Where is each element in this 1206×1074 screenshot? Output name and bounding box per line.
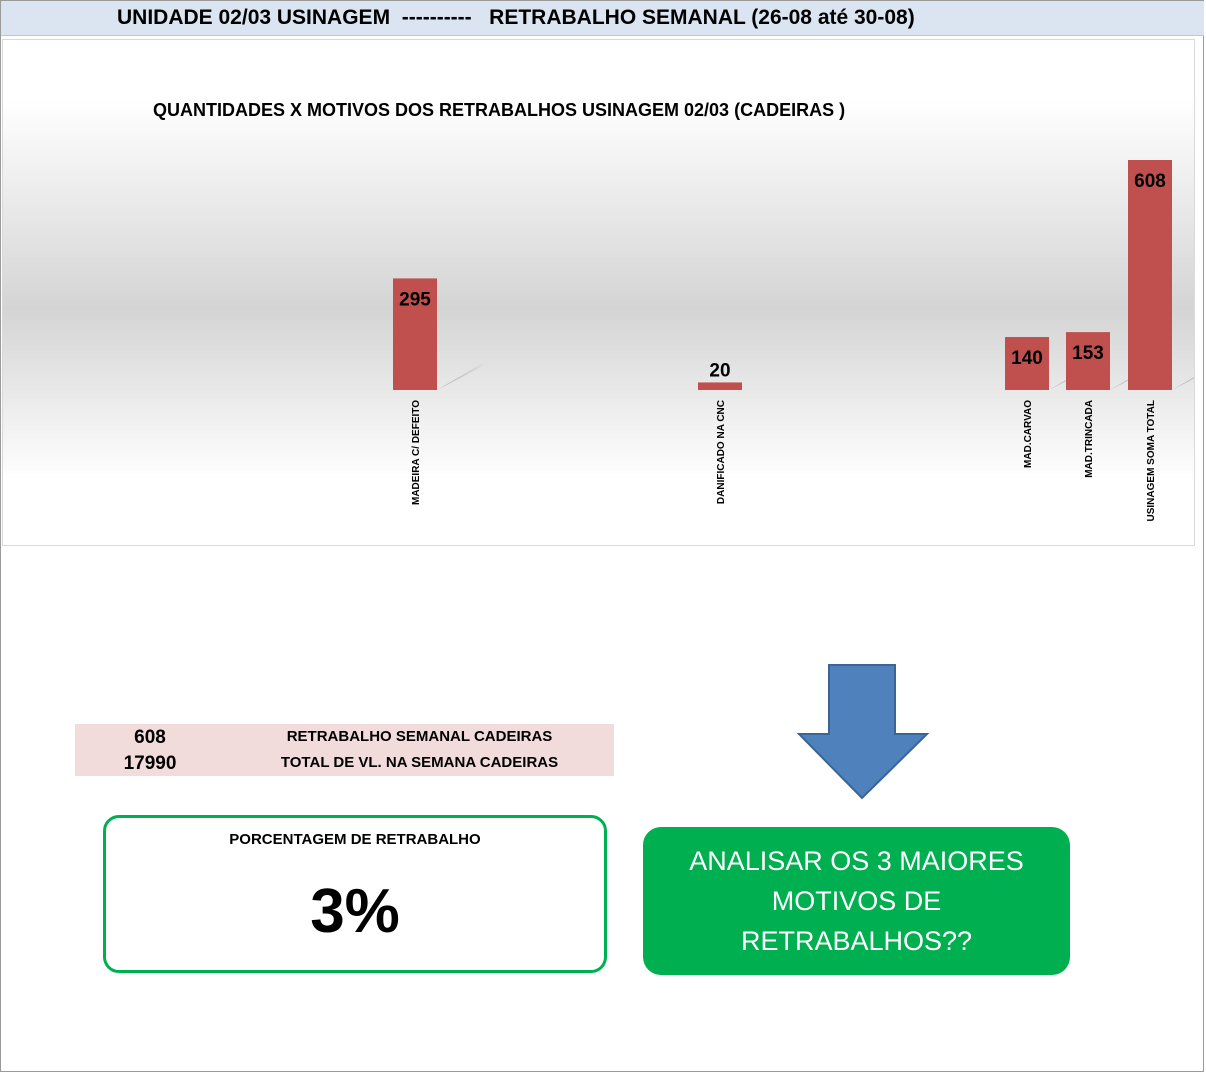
chart-area: 295 MADEIRA C/ DEFEITO 20 DANIFICADO NA CNC… [2, 39, 1195, 546]
data-label: 295 [399, 289, 431, 310]
data-label: 608 [1134, 171, 1166, 192]
bar [1128, 160, 1172, 390]
summary-value: 17990 [123, 753, 177, 774]
percentage-box: PORCENTAGEM DE RETRABALHO 3% [103, 815, 607, 973]
plot-area-background [3, 100, 1194, 480]
data-label: 140 [1011, 348, 1043, 369]
data-label: 153 [1072, 343, 1104, 364]
chart-title: QUANTIDADES X MOTIVOS DOS RETRABALHOS US… [153, 100, 846, 120]
percentage-value: 3% [310, 877, 400, 946]
page-title: UNIDADE 02/03 USINAGEM ---------- RETRAB… [117, 6, 915, 29]
summary-row: 608 RETRABALHO SEMANAL CADEIRAS [75, 724, 614, 750]
data-label: 20 [709, 360, 730, 381]
summary-value: 608 [134, 727, 166, 748]
category-label: MAD.CARVAO [1023, 400, 1034, 468]
bar [698, 382, 742, 390]
header-bar: UNIDADE 02/03 USINAGEM ---------- RETRAB… [1, 1, 1204, 36]
category-label: MADEIRA C/ DEFEITO [411, 400, 422, 505]
percentage-label: PORCENTAGEM DE RETRABALHO [229, 831, 481, 848]
category-label: USINAGEM SOMA TOTAL [1146, 400, 1157, 521]
category-label: MAD.TRINCADA [1084, 400, 1095, 478]
summary-label: RETRABALHO SEMANAL CADEIRAS [286, 728, 553, 745]
summary-table: 608 RETRABALHO SEMANAL CADEIRAS 17990 TO… [75, 724, 614, 776]
arrow-down-icon [797, 664, 930, 800]
summary-label: TOTAL DE VL. NA SEMANA CADEIRAS [280, 754, 559, 771]
analysis-callout: ANALISAR OS 3 MAIORES MOTIVOS DE RETRABA… [643, 827, 1070, 975]
category-label: DANIFICADO NA CNC [716, 400, 727, 504]
callout-text: ANALISAR OS 3 MAIORES MOTIVOS DE RETRABA… [689, 846, 1024, 956]
summary-row: 17990 TOTAL DE VL. NA SEMANA CADEIRAS [75, 750, 614, 776]
